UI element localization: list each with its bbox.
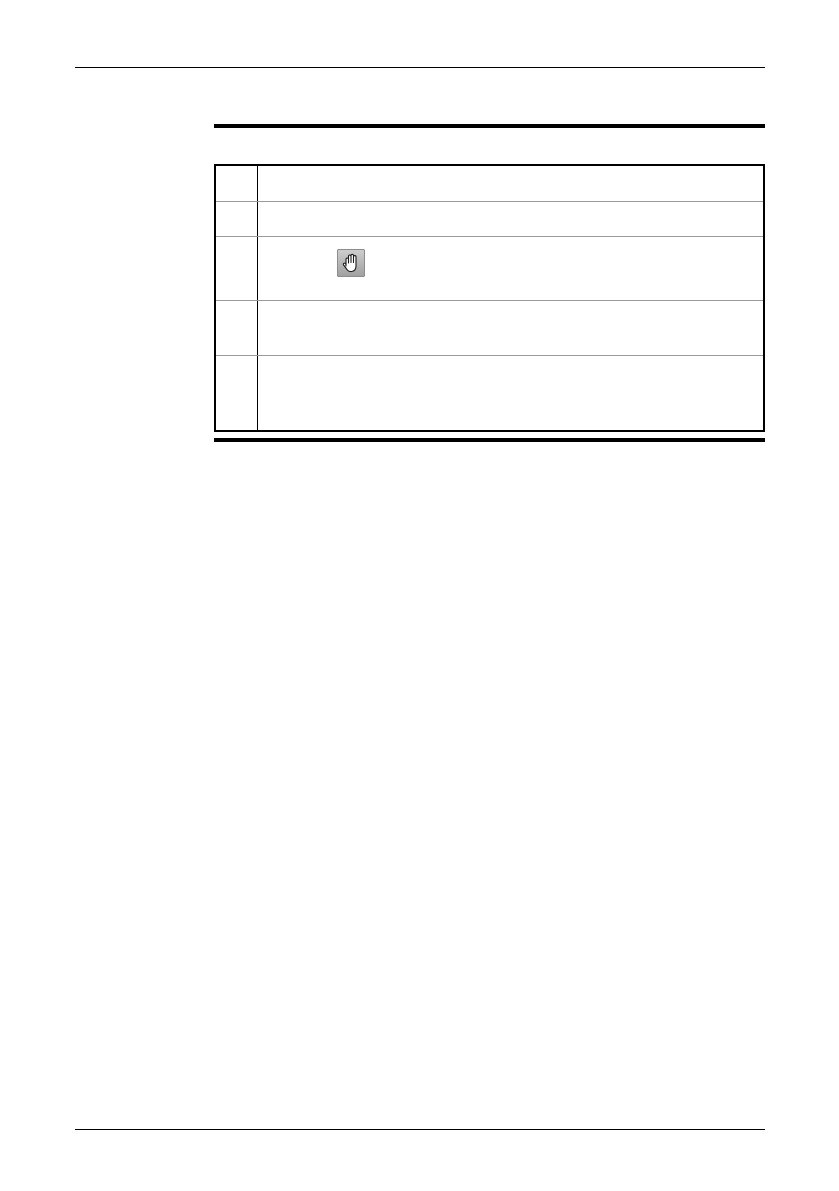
step-row-5 xyxy=(216,356,763,430)
step-row-4 xyxy=(216,301,763,356)
hand-pan-icon xyxy=(337,249,365,277)
page-header-rule xyxy=(75,67,765,68)
step-row-3 xyxy=(216,237,763,301)
section-rule-bottom xyxy=(214,438,765,442)
step-row-1 xyxy=(216,166,763,202)
procedure-steps-table xyxy=(214,164,765,432)
section-rule-top xyxy=(214,124,765,128)
step-row-2 xyxy=(216,202,763,237)
page-footer-rule xyxy=(75,1129,765,1130)
